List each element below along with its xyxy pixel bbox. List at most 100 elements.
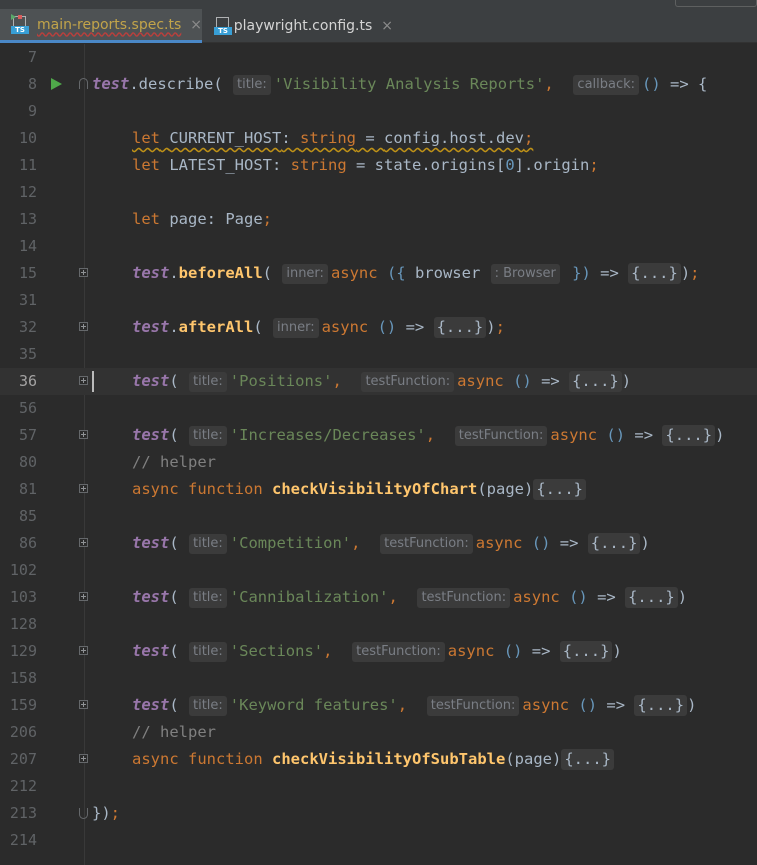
code-text: test.describe( title: 'Visibility Analysi… — [92, 75, 708, 95]
code-text: test( title: 'Competition', testFunction:… — [132, 533, 650, 554]
folded-code-block[interactable]: {...} — [625, 587, 678, 608]
code-text: // helper — [132, 723, 216, 741]
code-line: 207 async function checkVisibilityOfSubT… — [0, 746, 757, 773]
line-number: 11 — [18, 156, 37, 174]
fold-expand-icon[interactable] — [79, 754, 88, 763]
fold-expand-icon[interactable] — [79, 484, 88, 493]
editor-tab-bar: TS main-reports.spec.ts × TS playwright.… — [0, 0, 757, 43]
fold-expand-icon[interactable] — [79, 592, 88, 601]
fold-expand-icon[interactable] — [79, 646, 88, 655]
code-line: 15 test.beforeAll( inner: async ({ browse… — [0, 260, 757, 287]
folded-code-block[interactable]: {...} — [561, 749, 614, 770]
line-number: 85 — [18, 507, 37, 525]
typescript-file-icon: TS — [214, 17, 232, 35]
folded-code-block[interactable]: {...} — [662, 425, 716, 446]
line-number: 158 — [9, 669, 37, 687]
type-hint: : Browser — [490, 264, 560, 284]
code-line: 103 test( title: 'Cannibalization', testF… — [0, 584, 757, 611]
line-number: 103 — [9, 588, 37, 606]
line-number: 9 — [27, 102, 37, 120]
fold-expand-icon[interactable] — [79, 430, 88, 439]
code-line: 81 async function checkVisibilityOfChart… — [0, 476, 757, 503]
line-number: 214 — [9, 831, 37, 849]
code-text: let CURRENT_HOST: string = config.host.d… — [132, 129, 534, 147]
parameter-hint: callback: — [573, 75, 640, 95]
code-line: 8 test.describe( title: 'Visibility Analy… — [0, 71, 757, 98]
parameter-hint: title: — [189, 642, 227, 662]
code-editor[interactable]: 7 8 test.describe( title: 'Visibility Ana… — [0, 44, 757, 865]
line-number: 129 — [9, 642, 37, 660]
folded-code-block[interactable]: {...} — [634, 695, 688, 716]
fold-expand-icon[interactable] — [79, 268, 88, 277]
code-line: 158 — [0, 665, 757, 692]
code-text: test( title: 'Positions', testFunction: as… — [132, 371, 632, 392]
fold-expand-icon[interactable] — [79, 376, 88, 385]
code-line: 85 — [0, 503, 757, 530]
line-number: 86 — [18, 534, 37, 552]
code-line: 10 let CURRENT_HOST: string = config.hos… — [0, 125, 757, 152]
fold-expand-icon[interactable] — [79, 538, 88, 547]
parameter-hint: inner: — [273, 318, 319, 338]
line-number: 213 — [9, 804, 37, 822]
folded-code-block[interactable]: {...} — [628, 263, 681, 284]
line-number: 32 — [18, 318, 37, 336]
code-text: test( title: 'Cannibalization', testFunct… — [132, 587, 688, 608]
code-text: test( title: 'Sections', testFunction: asy… — [132, 641, 622, 662]
parameter-hint: testFunction: — [426, 696, 520, 716]
close-icon[interactable]: × — [381, 18, 393, 34]
code-text: test( title: 'Increases/Decreases', testF… — [132, 425, 725, 446]
folded-code-block[interactable]: {...} — [559, 641, 613, 662]
close-icon[interactable]: × — [190, 17, 202, 33]
code-line: 129 test( title: 'Sections', testFunction… — [0, 638, 757, 665]
code-line: 32 test.afterAll( inner: async () => {...… — [0, 314, 757, 341]
tab-main-reports-spec[interactable]: TS main-reports.spec.ts × — [0, 9, 202, 43]
line-number: 35 — [18, 345, 37, 363]
fold-end-icon[interactable] — [79, 808, 88, 819]
code-line: 102 — [0, 557, 757, 584]
code-line: 212 — [0, 773, 757, 800]
parameter-hint: title: — [233, 75, 271, 95]
code-line: 7 — [0, 44, 757, 71]
code-text: let page: Page; — [132, 210, 273, 228]
typescript-test-file-icon: TS — [11, 13, 29, 34]
folded-code-block[interactable]: {...} — [569, 371, 622, 392]
code-text: test( title: 'Keyword features', testFunc… — [132, 695, 697, 716]
fold-expand-icon[interactable] — [79, 700, 88, 709]
tab-playwright-config[interactable]: TS playwright.config.ts × — [203, 9, 393, 43]
run-test-icon[interactable] — [51, 78, 62, 90]
code-line: 9 — [0, 98, 757, 125]
folded-code-block[interactable]: {...} — [433, 317, 487, 338]
code-line: 128 — [0, 611, 757, 638]
code-text: async function checkVisibilityOfChart(pa… — [132, 476, 587, 503]
parameter-hint: title: — [189, 588, 227, 608]
parameter-hint: title: — [189, 372, 227, 392]
code-line: 31 — [0, 287, 757, 314]
line-number: 14 — [18, 237, 37, 255]
line-number: 212 — [9, 777, 37, 795]
fold-expand-icon[interactable] — [79, 322, 88, 331]
code-text: test.beforeAll( inner: async ({ browser :… — [132, 263, 700, 284]
code-line: 80 // helper — [0, 449, 757, 476]
line-number: 128 — [9, 615, 37, 633]
toolbar-edge — [675, 0, 757, 7]
code-text: }); — [92, 804, 121, 822]
code-text: test.afterAll( inner: async () => {...}); — [132, 317, 505, 338]
parameter-hint: title: — [189, 426, 227, 446]
code-text: // helper — [132, 453, 216, 471]
folded-code-block[interactable]: {...} — [587, 533, 641, 554]
parameter-hint: title: — [189, 534, 227, 554]
line-number: 13 — [18, 210, 37, 228]
tab-label: main-reports.spec.ts — [37, 16, 182, 33]
fold-start-icon[interactable] — [79, 78, 88, 89]
code-line: 214 — [0, 827, 757, 854]
parameter-hint: title: — [189, 696, 227, 716]
line-number: 57 — [18, 426, 37, 444]
code-line: 56 — [0, 395, 757, 422]
line-number: 12 — [18, 183, 37, 201]
line-number: 102 — [9, 561, 37, 579]
code-line: 159 test( title: 'Keyword features', test… — [0, 692, 757, 719]
current-code-line: 36 test( title: 'Positions', testFunction… — [0, 368, 757, 395]
folded-code-block[interactable]: {...} — [533, 479, 587, 500]
code-line: 11 let LATEST_HOST: string = state.origi… — [0, 152, 757, 179]
text-caret — [92, 371, 94, 392]
